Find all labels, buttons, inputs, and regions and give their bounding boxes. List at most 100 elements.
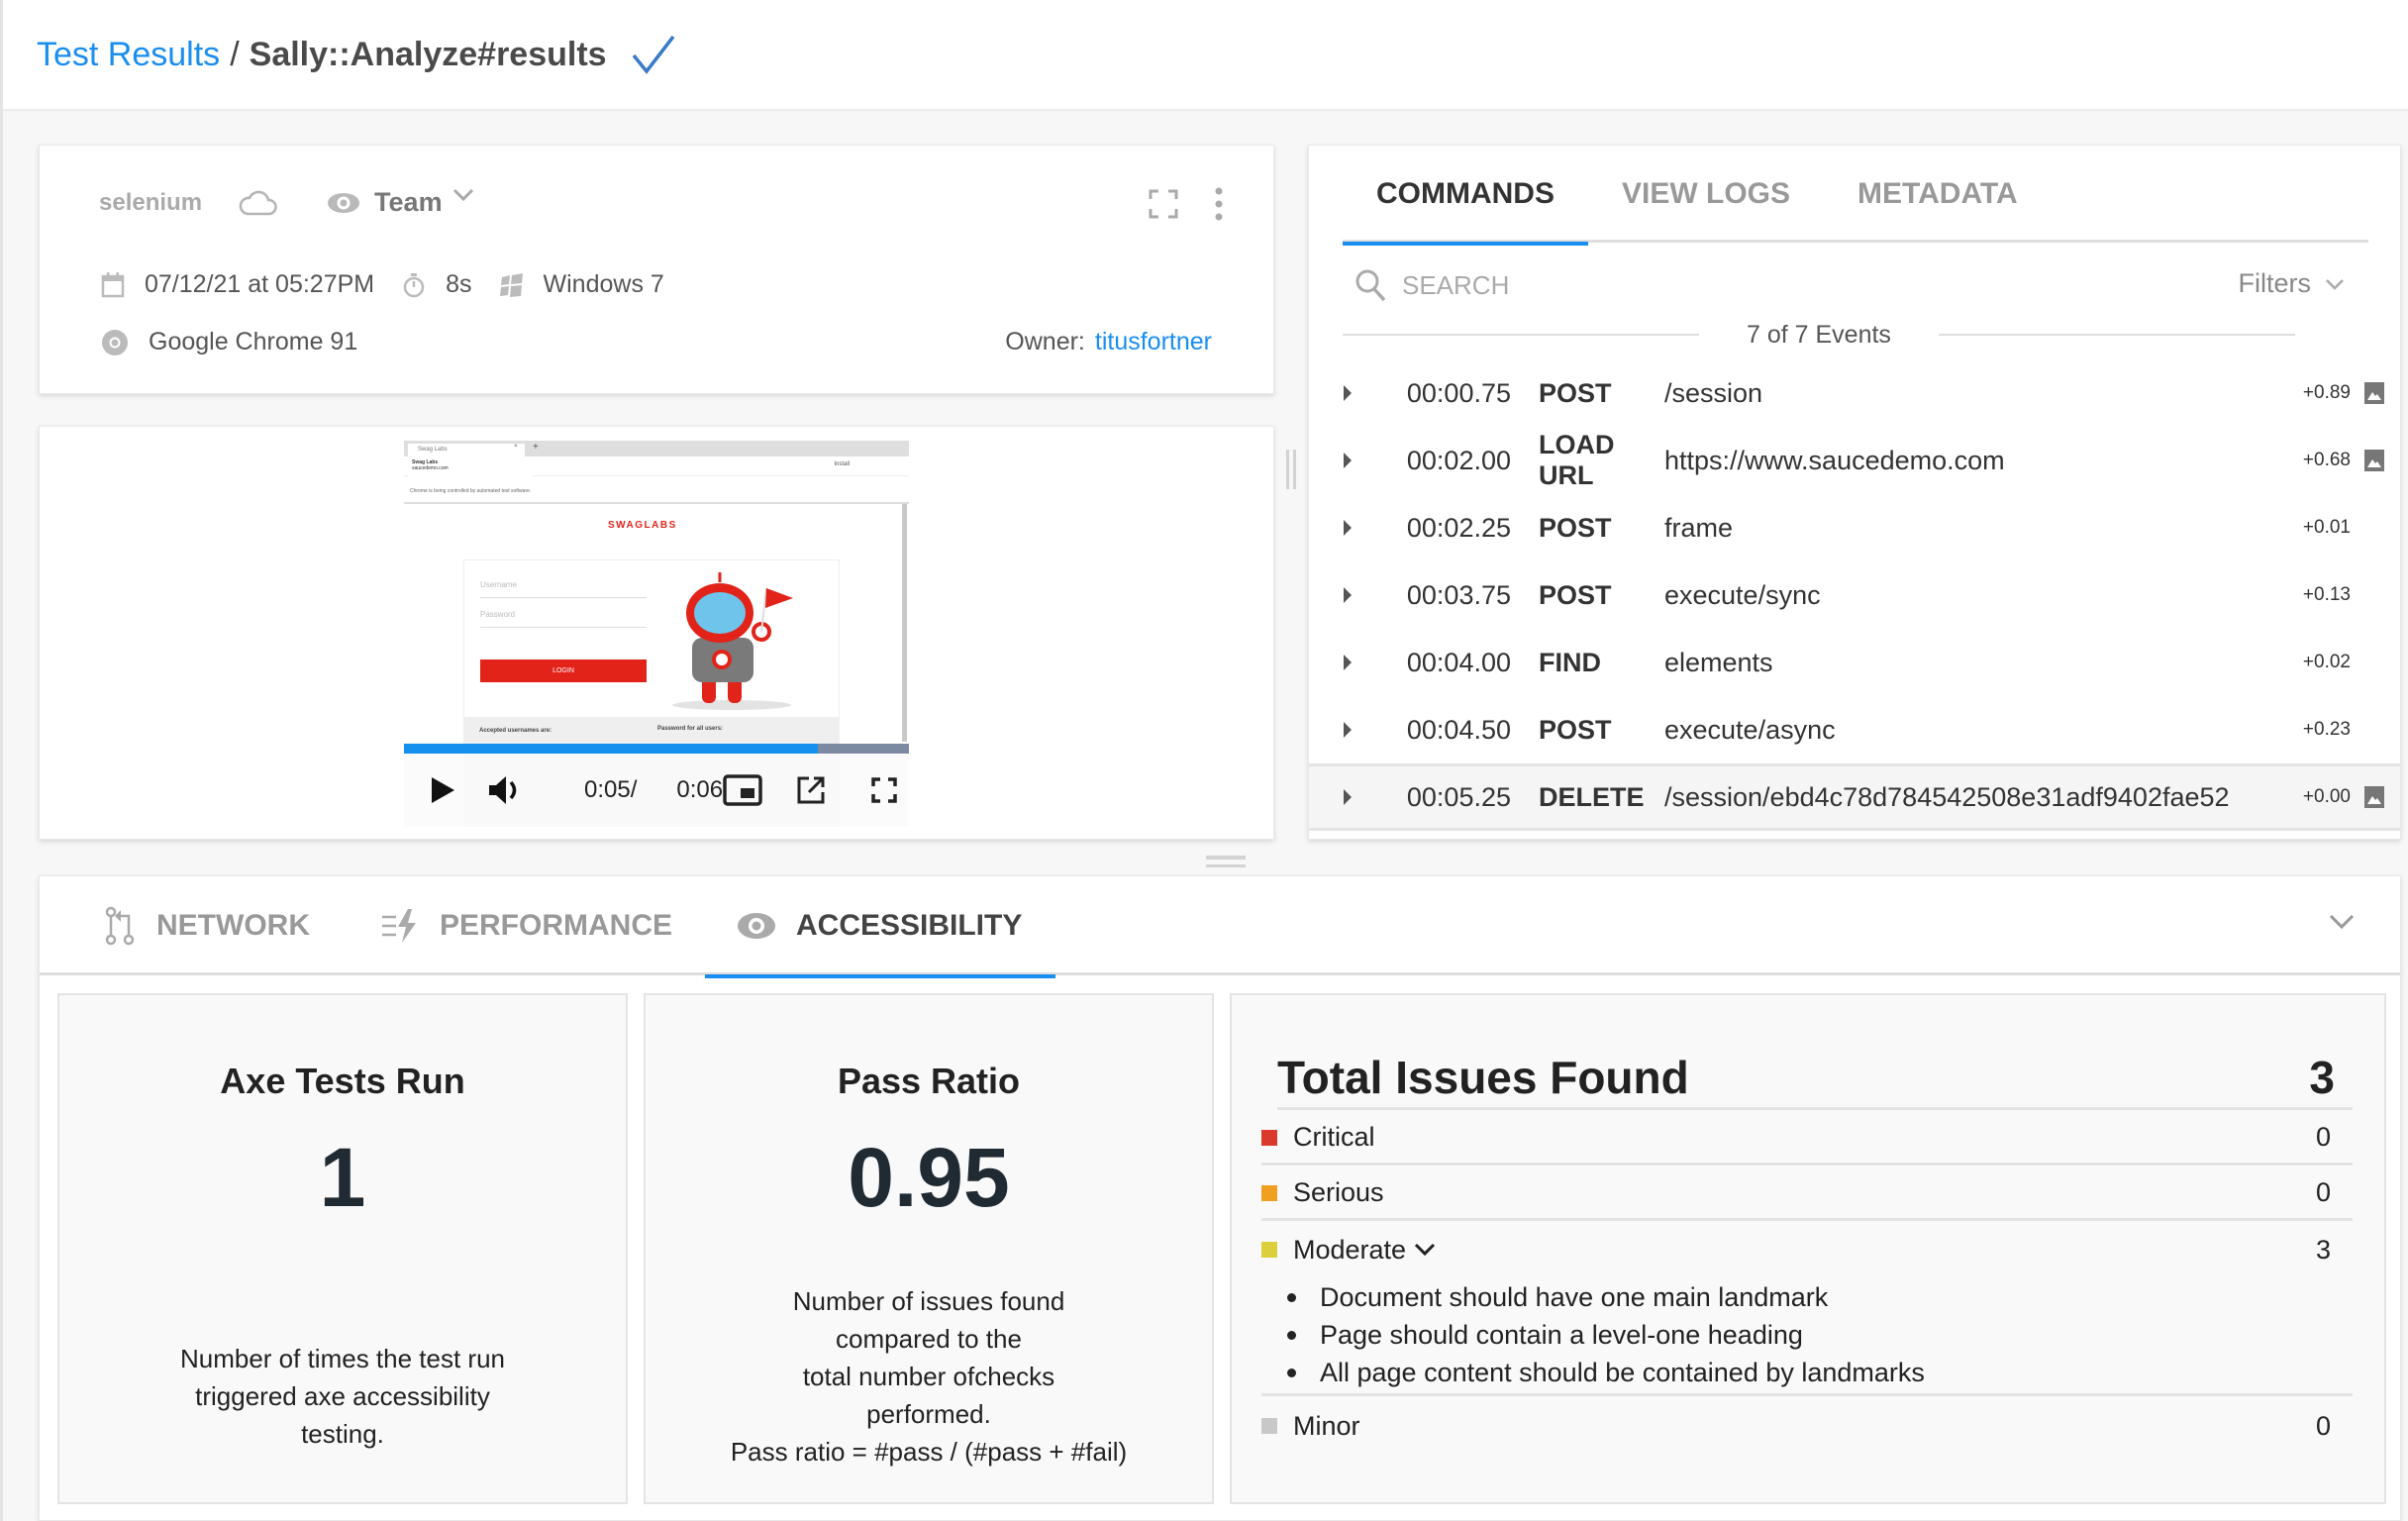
- events-count-divider: 7 of 7 Events: [1343, 320, 2368, 350]
- critical-swatch: [1261, 1129, 1277, 1146]
- chevron-down-icon[interactable]: [1414, 1243, 1436, 1257]
- issue-item: All page content should be contained by …: [1287, 1354, 1925, 1391]
- command-time: 00:05.25: [1406, 781, 1511, 812]
- vertical-resize-handle[interactable]: [1286, 450, 1296, 491]
- issues-header: Total Issues Found 3: [1277, 1051, 2353, 1110]
- issues-title: Total Issues Found: [1277, 1051, 1689, 1103]
- video-fullscreen-icon[interactable]: [871, 777, 897, 803]
- screenshot-icon[interactable]: [2364, 450, 2384, 471]
- breadcrumb-test-results-link[interactable]: Test Results: [37, 36, 220, 74]
- fullscreen-icon[interactable]: [1149, 189, 1178, 219]
- expand-caret-icon[interactable]: [1343, 452, 1353, 469]
- issue-item: Page should contain a level-one heading: [1287, 1316, 1925, 1354]
- expand-caret-icon[interactable]: [1343, 721, 1353, 739]
- command-path: /session/ebd4c78d784542508e31adf9402fae5…: [1664, 781, 2230, 812]
- filters-dropdown[interactable]: Filters: [2239, 268, 2346, 299]
- screenshot-icon[interactable]: [2364, 786, 2384, 808]
- tab-accessibility[interactable]: ACCESSIBILITY: [704, 876, 1056, 978]
- severity-label: Serious: [1293, 1177, 1384, 1207]
- expand-caret-icon[interactable]: [1343, 519, 1353, 537]
- expand-caret-icon[interactable]: [1343, 586, 1353, 604]
- more-options-icon[interactable]: [1214, 187, 1224, 221]
- recorded-login-button: LOGIN: [480, 659, 647, 682]
- performance-icon: [382, 909, 416, 943]
- picture-in-picture-icon[interactable]: [723, 774, 762, 806]
- command-time: 00:00.75: [1406, 377, 1511, 408]
- command-row[interactable]: 00:05.25 DELETE/session/ebd4c78d784542508…: [1309, 763, 2400, 831]
- visibility-dropdown[interactable]: Team: [327, 187, 474, 218]
- recorded-login-box: Username Password LOGIN: [463, 559, 840, 718]
- page-title: Sally::Analyze#results: [249, 35, 607, 73]
- recorded-password: Password: [480, 600, 647, 628]
- tab-metadata[interactable]: METADATA: [1824, 146, 2052, 243]
- page-header: Test Results / Sally::Analyze#results: [3, 0, 2408, 111]
- test-info-card: selenium Team 07/12/21 at 05:27PM 8s Win…: [39, 145, 1274, 394]
- video-current-time: 0:05/: [584, 776, 638, 803]
- severity-count: 0: [2315, 1177, 2331, 1207]
- command-method: DELETE: [1539, 781, 1645, 812]
- recorded-install-label: Install: [834, 461, 850, 467]
- severity-label: Critical: [1293, 1122, 1375, 1152]
- collapse-chevron-icon[interactable]: [2329, 914, 2355, 930]
- command-row[interactable]: 00:02.25 POST frame +0.01: [1309, 494, 2400, 561]
- command-delta: +0.00: [2302, 786, 2351, 807]
- search-icon[interactable]: [1354, 268, 1386, 302]
- page: Test Results / Sally::Analyze#results se…: [0, 0, 2408, 1521]
- video-progress-bar[interactable]: [404, 744, 909, 754]
- command-row[interactable]: 00:04.00 FIND elements +0.02: [1309, 629, 2400, 696]
- recorded-address-bar: Swag Labs saucedemo.com Install: [404, 456, 909, 482]
- video-player[interactable]: Swag Labs × + Swag Labs saucedemo.com In…: [404, 441, 909, 827]
- test-browser: Google Chrome 91: [149, 328, 358, 355]
- command-method: FIND: [1539, 647, 1601, 677]
- tab-performance[interactable]: PERFORMANCE: [382, 876, 672, 975]
- expand-caret-icon[interactable]: [1343, 654, 1353, 671]
- screenshot-icon[interactable]: [2364, 382, 2384, 404]
- command-row[interactable]: 00:04.50 POST execute/async +0.23: [1309, 696, 2400, 763]
- video-duration: 0:06: [676, 776, 724, 803]
- command-path: elements: [1664, 647, 1773, 677]
- play-icon[interactable]: [430, 776, 455, 804]
- divider: [1261, 1393, 2353, 1396]
- tab-commands[interactable]: COMMANDS: [1343, 146, 1588, 246]
- eye-icon: [738, 913, 775, 939]
- severity-count: 3: [2315, 1234, 2331, 1265]
- expand-caret-icon[interactable]: [1343, 788, 1353, 806]
- owner-info: Owner: titusfortner: [1005, 328, 1212, 356]
- stopwatch-icon: [403, 272, 425, 297]
- tab-view-logs[interactable]: VIEW LOGS: [1588, 146, 1824, 243]
- expand-caret-icon[interactable]: [1343, 384, 1353, 402]
- horizontal-resize-handle[interactable]: [1206, 856, 1246, 867]
- recorded-new-tab-icon: +: [533, 442, 539, 453]
- open-external-icon[interactable]: [796, 775, 826, 805]
- issue-item: Document should have one main landmark: [1287, 1278, 1925, 1316]
- command-method: POST: [1539, 579, 1612, 610]
- command-row[interactable]: 00:02.00 LOAD URL https://www.saucedemo.co…: [1309, 427, 2400, 494]
- severity-label: Moderate: [1293, 1234, 1407, 1265]
- command-path: https://www.saucedemo.com: [1664, 445, 2005, 475]
- commands-search-input[interactable]: [1402, 269, 2095, 301]
- command-path: frame: [1664, 512, 1734, 543]
- command-path: execute/sync: [1664, 579, 1821, 610]
- insights-card: NETWORK PERFORMANCE ACCESSIBILITY Axe Te…: [39, 875, 2401, 1521]
- tab-network[interactable]: NETWORK: [103, 876, 310, 975]
- pass-ratio-value: 0.95: [848, 1131, 1010, 1224]
- pass-ratio-desc-line: compared to the: [836, 1324, 1022, 1354]
- recorded-password-all: Password for all users:: [657, 726, 724, 732]
- recorded-info-text: Chrome is being controlled by automated …: [410, 488, 532, 494]
- pass-ratio-desc-line: total number ofchecks: [802, 1362, 1055, 1391]
- command-delta: +0.02: [2302, 652, 2351, 672]
- commands-card: COMMANDS VIEW LOGS METADATA Filters 7 of…: [1308, 145, 2401, 840]
- command-row[interactable]: 00:00.75 POST/session +0.89: [1309, 359, 2400, 427]
- volume-icon[interactable]: [487, 774, 523, 806]
- recorded-tab-close-icon: ×: [514, 444, 518, 450]
- command-row[interactable]: 00:03.75 POST execute/sync +0.13: [1309, 561, 2400, 629]
- owner-link[interactable]: titusfortner: [1095, 328, 1212, 355]
- severity-moderate[interactable]: Moderate 3: [1261, 1223, 2353, 1276]
- chevron-down-icon: [2326, 278, 2344, 290]
- chrome-icon: [102, 329, 128, 355]
- recorded-username: Username: [480, 570, 647, 598]
- tab-performance-label: PERFORMANCE: [440, 909, 673, 942]
- minor-swatch: [1261, 1418, 1277, 1434]
- calendar-icon: [101, 271, 125, 297]
- severity-minor: Minor 0: [1261, 1399, 2353, 1453]
